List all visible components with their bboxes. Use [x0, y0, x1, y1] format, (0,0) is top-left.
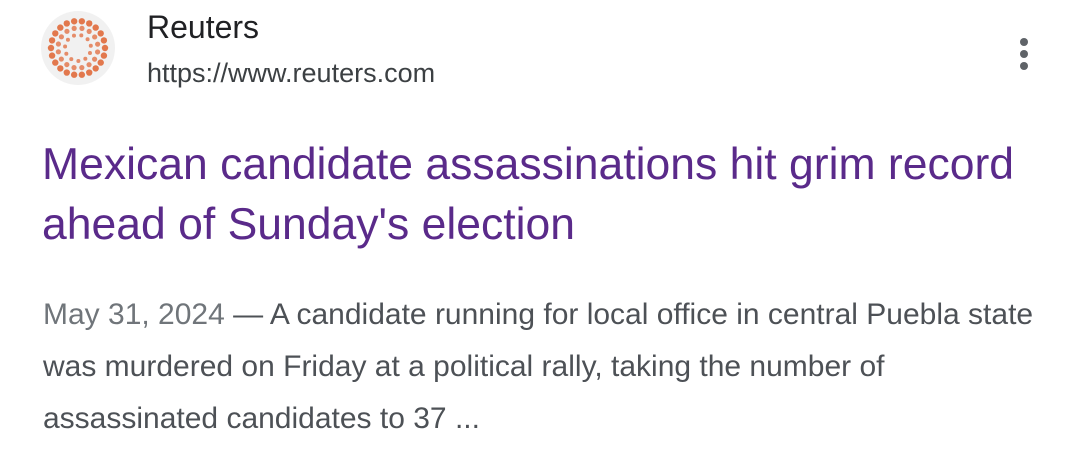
site-name[interactable]: Reuters: [147, 9, 259, 45]
date-separator: —: [224, 298, 270, 331]
site-url[interactable]: https://www.reuters.com: [147, 57, 435, 89]
more-options-button[interactable]: [1004, 34, 1044, 74]
search-result: Reuters https://www.reuters.com Mexican …: [0, 0, 1080, 453]
result-snippet: May 31, 2024 — A candidate running for l…: [43, 289, 1053, 445]
reuters-logo-icon[interactable]: [41, 11, 115, 85]
result-title-link[interactable]: Mexican candidate assassinations hit gri…: [42, 135, 1052, 255]
result-date: May 31, 2024: [43, 298, 225, 331]
more-vert-icon: [1020, 38, 1028, 70]
